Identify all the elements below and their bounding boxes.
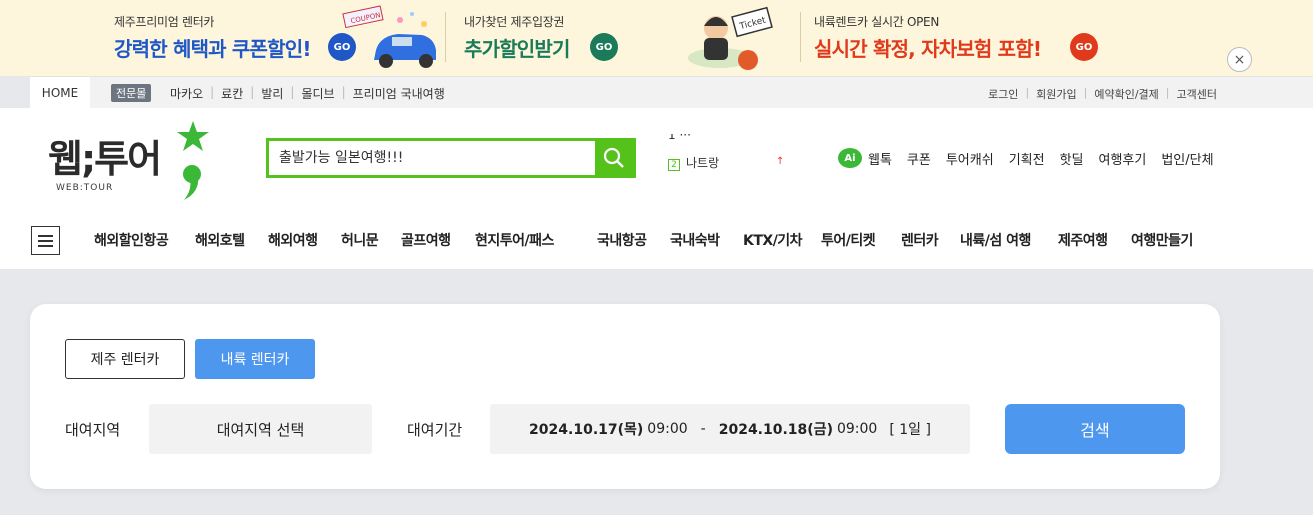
account-links: 로그인 | 회원가입 | 예약확인/결제 | 고객센터 — [988, 86, 1217, 102]
rank-keyword: 나트랑 — [686, 156, 720, 170]
util-link-maldives[interactable]: 몰디브 — [301, 85, 334, 102]
period-label: 대여기간 — [407, 421, 463, 439]
comma-icon — [183, 165, 201, 200]
region-select[interactable]: 대여지역 선택 — [149, 404, 372, 454]
nav-ktx-train[interactable]: KTX/기차 — [743, 230, 803, 250]
nav-domestic-flights[interactable]: 국내항공 — [597, 230, 647, 250]
promo-small-text: 내가찾던 제주입장권 — [464, 15, 565, 29]
hamburger-icon — [38, 234, 53, 237]
start-time: 09:00 — [647, 421, 688, 437]
popular-keyword-ticker[interactable]: 1 ··· 2 나트랑 ↑ — [668, 134, 788, 174]
ai-chat-icon: Ai — [838, 148, 862, 168]
go-button[interactable]: GO — [1070, 33, 1098, 61]
star-icon — [177, 121, 209, 151]
close-icon: × — [1233, 51, 1246, 68]
specialty-links: 마카오 | 료칸 | 발리 | 몰디브 | 프리미엄 국내여행 — [170, 85, 445, 102]
link-hotdeal[interactable]: 핫딜 — [1060, 149, 1084, 168]
nav-custom-travel[interactable]: 여행만들기 — [1131, 230, 1193, 250]
link-tourcash[interactable]: 투어캐쉬 — [946, 149, 994, 168]
ticket-character-illustration: Ticket — [688, 6, 773, 70]
start-date: 2024.10.17(목) — [529, 422, 644, 438]
car-illustration: COUPON — [342, 5, 436, 68]
search-box — [266, 138, 636, 178]
util-link-macau[interactable]: 마카오 — [170, 85, 203, 102]
search-button[interactable] — [595, 141, 633, 175]
nav-jeju[interactable]: 제주여행 — [1058, 230, 1108, 250]
search-icon — [603, 147, 624, 168]
rental-search-panel: 제주 렌터카 내륙 렌터카 대여지역 대여지역 선택 대여기간 2024.10.… — [30, 304, 1220, 489]
end-time: 09:00 — [836, 421, 878, 437]
tab-inland-rental[interactable]: 내륙 렌터카 — [195, 339, 315, 379]
go-button[interactable]: GO — [590, 33, 618, 61]
rank-number: 2 — [668, 159, 680, 171]
rental-search-button[interactable]: 검색 — [1005, 404, 1185, 454]
region-label: 대여지역 — [65, 421, 121, 439]
top-promo-banner: 제주프리미엄 렌터카 강력한 혜택과 쿠폰할인! GO COUPON 내가찾던 … — [0, 0, 1313, 76]
site-header: 웹;투어 WEB:TOUR 1 ··· 2 나트랑 ↑ Ai 웹톡 쿠폰 투어캐쉬… — [0, 108, 1313, 269]
promo-big-text: 실시간 확정, 자차보험 포함! — [814, 37, 1042, 61]
header-quick-links: Ai 웹톡 쿠폰 투어캐쉬 기획전 핫딜 여행후기 법인/단체 — [838, 148, 1229, 168]
logo-subtext: WEB:TOUR — [56, 183, 114, 193]
link-reviews[interactable]: 여행후기 — [1099, 149, 1147, 168]
util-link-bali[interactable]: 발리 — [261, 85, 283, 102]
nav-tour-ticket[interactable]: 투어/티켓 — [821, 230, 876, 250]
link-exhibition[interactable]: 기획전 — [1009, 149, 1045, 168]
home-tab[interactable]: HOME — [30, 77, 90, 109]
promo-big-text: 추가할인받기 — [464, 37, 570, 61]
search-input[interactable] — [269, 141, 599, 175]
rank-prev-item: 1 ··· — [668, 134, 691, 142]
nav-domestic-stay[interactable]: 국내숙박 — [670, 230, 720, 250]
rank-current-item: 2 나트랑 — [668, 154, 719, 171]
nav-rental-car[interactable]: 렌터카 — [901, 230, 939, 250]
all-menu-button[interactable] — [31, 226, 60, 255]
link-webtalk[interactable]: 웹톡 — [868, 149, 892, 168]
nav-golf[interactable]: 골프여행 — [401, 230, 451, 250]
logo-text: 웹;투어 — [48, 137, 162, 181]
specialty-mall-badge: 전문몰 — [111, 84, 152, 102]
promo-big-text: 강력한 혜택과 쿠폰할인! — [114, 37, 311, 61]
date-separator: - — [700, 421, 706, 437]
nav-inland-island[interactable]: 내륙/섬 여행 — [960, 230, 1031, 250]
nav-local-tours[interactable]: 현지투어/패스 — [475, 230, 554, 250]
login-link[interactable]: 로그인 — [988, 86, 1018, 102]
nav-intl-flights[interactable]: 해외할인항공 — [94, 230, 169, 250]
link-corporate[interactable]: 법인/단체 — [1161, 149, 1213, 168]
util-link-ryokan[interactable]: 료칸 — [221, 85, 243, 102]
utility-bar: HOME 전문몰 마카오 | 료칸 | 발리 | 몰디브 | 프리미엄 국내여행 로그인… — [30, 76, 1313, 109]
rank-up-arrow-icon: ↑ — [776, 156, 785, 167]
link-coupon[interactable]: 쿠폰 — [907, 149, 931, 168]
rental-days: [ 1일 ] — [889, 422, 931, 438]
reservation-link[interactable]: 예약확인/결제 — [1094, 86, 1158, 102]
period-picker[interactable]: 2024.10.17(목) 09:00 - 2024.10.18(금) 09:0… — [490, 404, 970, 454]
promo-small-text: 제주프리미엄 렌터카 — [114, 15, 215, 29]
close-banner-button[interactable]: × — [1227, 47, 1252, 72]
end-date: 2024.10.18(금) — [718, 422, 833, 438]
nav-honeymoon[interactable]: 허니문 — [341, 230, 379, 250]
signup-link[interactable]: 회원가입 — [1036, 86, 1076, 102]
site-logo[interactable]: 웹;투어 WEB:TOUR — [48, 128, 162, 193]
nav-intl-hotels[interactable]: 해외호텔 — [195, 230, 245, 250]
util-link-premium-domestic[interactable]: 프리미엄 국내여행 — [353, 85, 445, 102]
nav-intl-travel[interactable]: 해외여행 — [268, 230, 318, 250]
tab-jeju-rental[interactable]: 제주 렌터카 — [65, 339, 185, 379]
customer-center-link[interactable]: 고객센터 — [1177, 86, 1217, 102]
promo-small-text: 내륙렌트카 실시간 OPEN — [814, 15, 939, 29]
